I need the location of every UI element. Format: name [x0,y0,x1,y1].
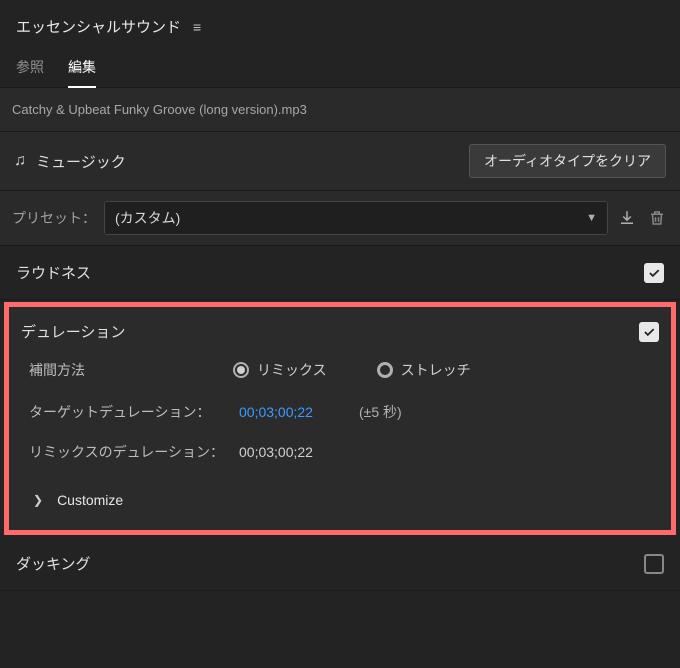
customize-label: Customize [57,492,123,508]
delete-preset-icon[interactable] [646,207,668,229]
duration-title: デュレーション [21,321,125,342]
file-name: Catchy & Upbeat Funky Groove (long versi… [0,88,680,132]
ducking-checkbox[interactable] [644,554,664,574]
loudness-title: ラウドネス [16,262,91,283]
duration-section-highlight: デュレーション 補間方法 リミックス ストレッチ ターゲットデュレーション： (… [4,302,676,535]
tab-edit[interactable]: 編集 [68,49,96,87]
clear-audio-type-button[interactable]: オーディオタイプをクリア [469,144,666,178]
target-duration-input[interactable] [239,404,329,420]
duration-body: 補間方法 リミックス ストレッチ ターゲットデュレーション： (±5 秒) リミ… [9,354,671,530]
chevron-right-icon: ❯ [33,493,43,507]
remix-duration-label: リミックスのデュレーション： [29,442,229,462]
radio-stretch-label: ストレッチ [401,360,471,380]
section-ducking[interactable]: ダッキング [0,537,680,591]
preset-label: プリセット： [12,208,96,228]
interpolation-row: 補間方法 リミックス ストレッチ [29,360,651,380]
tab-browse[interactable]: 参照 [16,49,44,87]
music-label: ミュージック [36,151,459,172]
target-duration-row: ターゲットデュレーション： (±5 秒) [29,402,651,422]
remix-duration-row: リミックスのデュレーション： 00;03;00;22 [29,442,651,462]
panel-header: エッセンシャルサウンド ≡ [0,0,680,49]
panel-title: エッセンシャルサウンド [16,16,181,37]
radio-remix[interactable]: リミックス [233,360,327,380]
radio-stretch-button [377,362,393,378]
target-duration-label: ターゲットデュレーション： [29,402,229,422]
music-row: ♫ ミュージック オーディオタイプをクリア [0,132,680,191]
customize-toggle[interactable]: ❯ Customize [29,482,651,514]
radio-remix-label: リミックス [257,360,327,380]
interpolation-radio-group: リミックス ストレッチ [233,360,471,380]
duration-checkbox[interactable] [639,322,659,342]
interpolation-label: 補間方法 [29,360,209,380]
preset-select[interactable]: (カスタム) ▼ [104,201,608,235]
section-loudness[interactable]: ラウドネス [0,246,680,300]
remix-duration-value: 00;03;00;22 [239,444,313,460]
music-note-icon: ♫ [14,152,26,170]
tabs: 参照 編集 [0,49,680,88]
section-duration-header[interactable]: デュレーション [9,307,671,354]
preset-row: プリセット： (カスタム) ▼ [0,191,680,246]
radio-remix-button [233,362,249,378]
loudness-checkbox[interactable] [644,263,664,283]
ducking-title: ダッキング [16,553,91,574]
target-duration-tolerance: (±5 秒) [359,402,402,422]
save-preset-icon[interactable] [616,207,638,229]
chevron-down-icon: ▼ [586,212,597,224]
radio-stretch[interactable]: ストレッチ [377,360,471,380]
panel-menu-icon[interactable]: ≡ [193,19,201,35]
preset-value: (カスタム) [115,208,180,228]
